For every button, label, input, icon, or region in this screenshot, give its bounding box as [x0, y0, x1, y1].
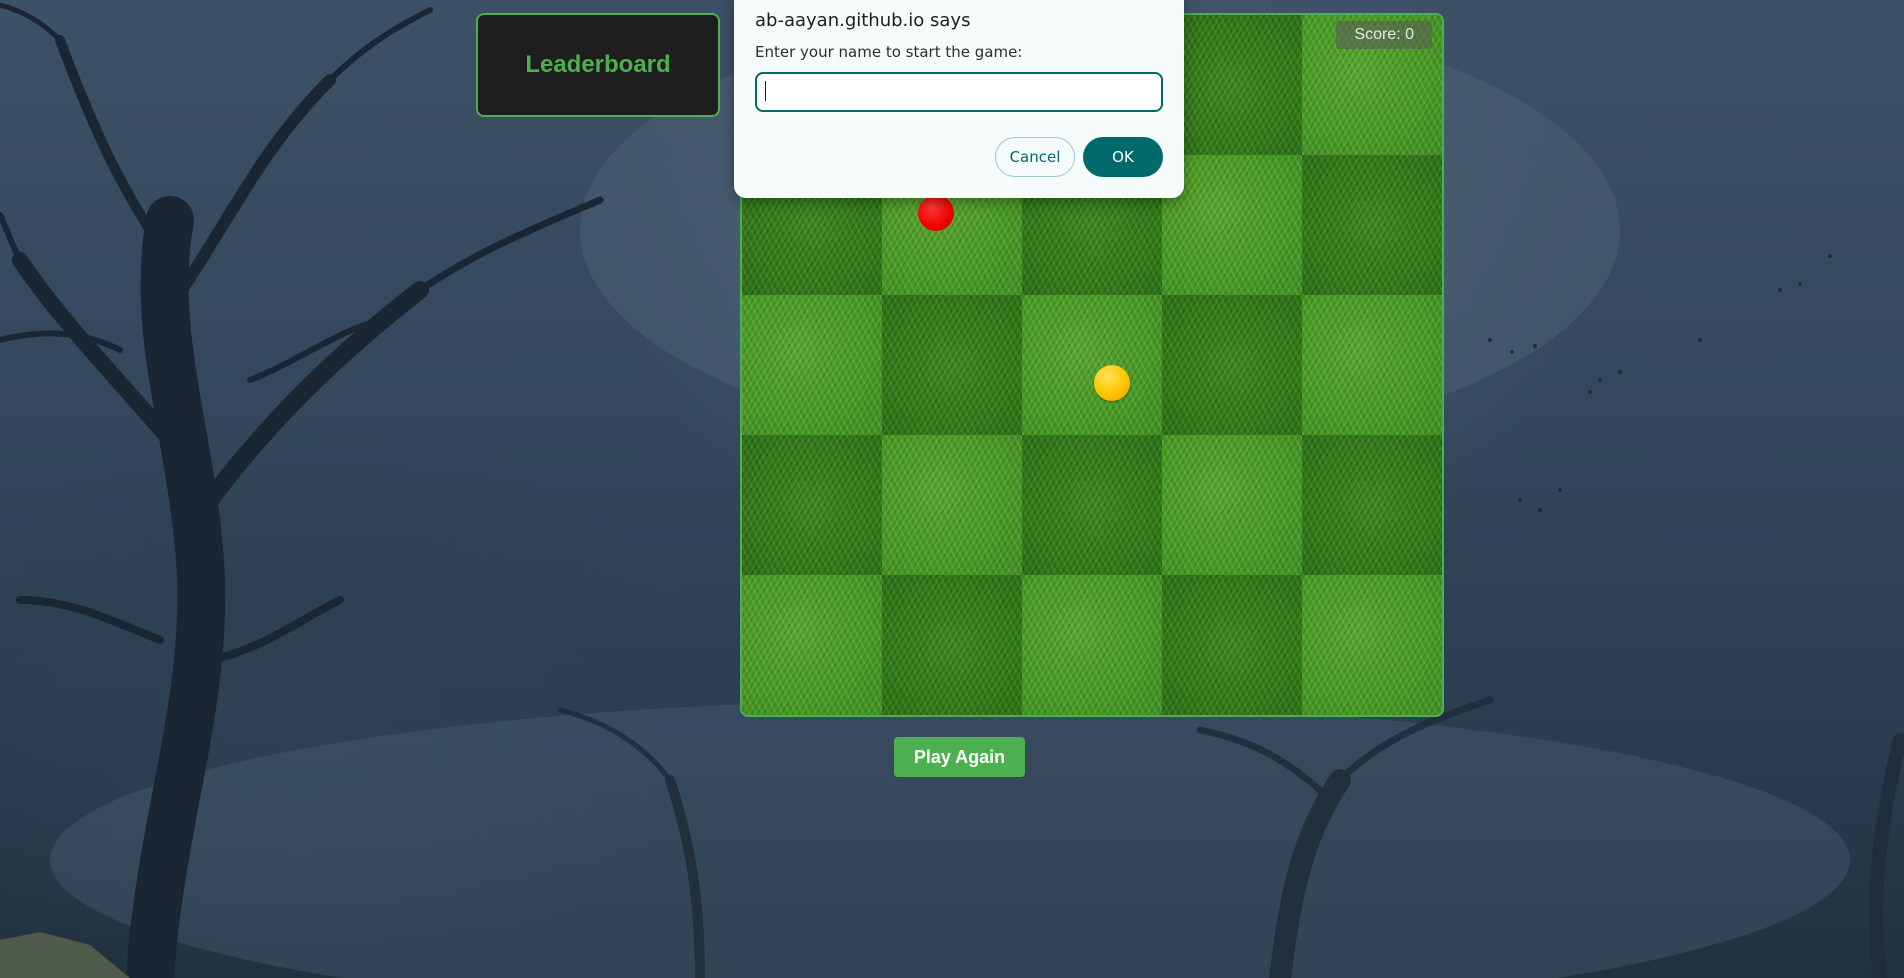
grass-tile	[1302, 155, 1442, 295]
grass-tile	[1302, 575, 1442, 715]
cancel-button[interactable]: Cancel	[995, 137, 1075, 177]
grass-tile	[1162, 295, 1302, 435]
ok-button[interactable]: OK	[1083, 137, 1163, 177]
play-again-button[interactable]: Play Again	[894, 737, 1025, 777]
text-caret	[765, 81, 766, 101]
grass-tile	[742, 435, 882, 575]
grass-tile	[1022, 435, 1162, 575]
grass-tile	[742, 575, 882, 715]
grass-tile	[1022, 575, 1162, 715]
rock	[0, 932, 130, 978]
grass-tile	[1162, 575, 1302, 715]
grass-tile	[742, 295, 882, 435]
grass-tile	[1022, 295, 1162, 435]
red-target-dot	[918, 195, 954, 231]
grass-tile	[1162, 435, 1302, 575]
grass-tile	[882, 435, 1022, 575]
grass-tile	[882, 295, 1022, 435]
grass-tile	[882, 575, 1022, 715]
leaderboard-title: Leaderboard	[525, 51, 671, 78]
grass-tile	[1302, 435, 1442, 575]
dialog-title: ab-aayan.github.io says	[755, 10, 971, 31]
yellow-ball	[1094, 365, 1130, 401]
grass-tile	[1302, 295, 1442, 435]
leaderboard-panel[interactable]: Leaderboard	[476, 13, 720, 117]
name-input[interactable]	[755, 72, 1163, 112]
score-display: Score: 0	[1336, 21, 1432, 49]
prompt-dialog: ab-aayan.github.io says Enter your name …	[734, 0, 1184, 198]
dialog-message: Enter your name to start the game:	[755, 43, 1023, 61]
